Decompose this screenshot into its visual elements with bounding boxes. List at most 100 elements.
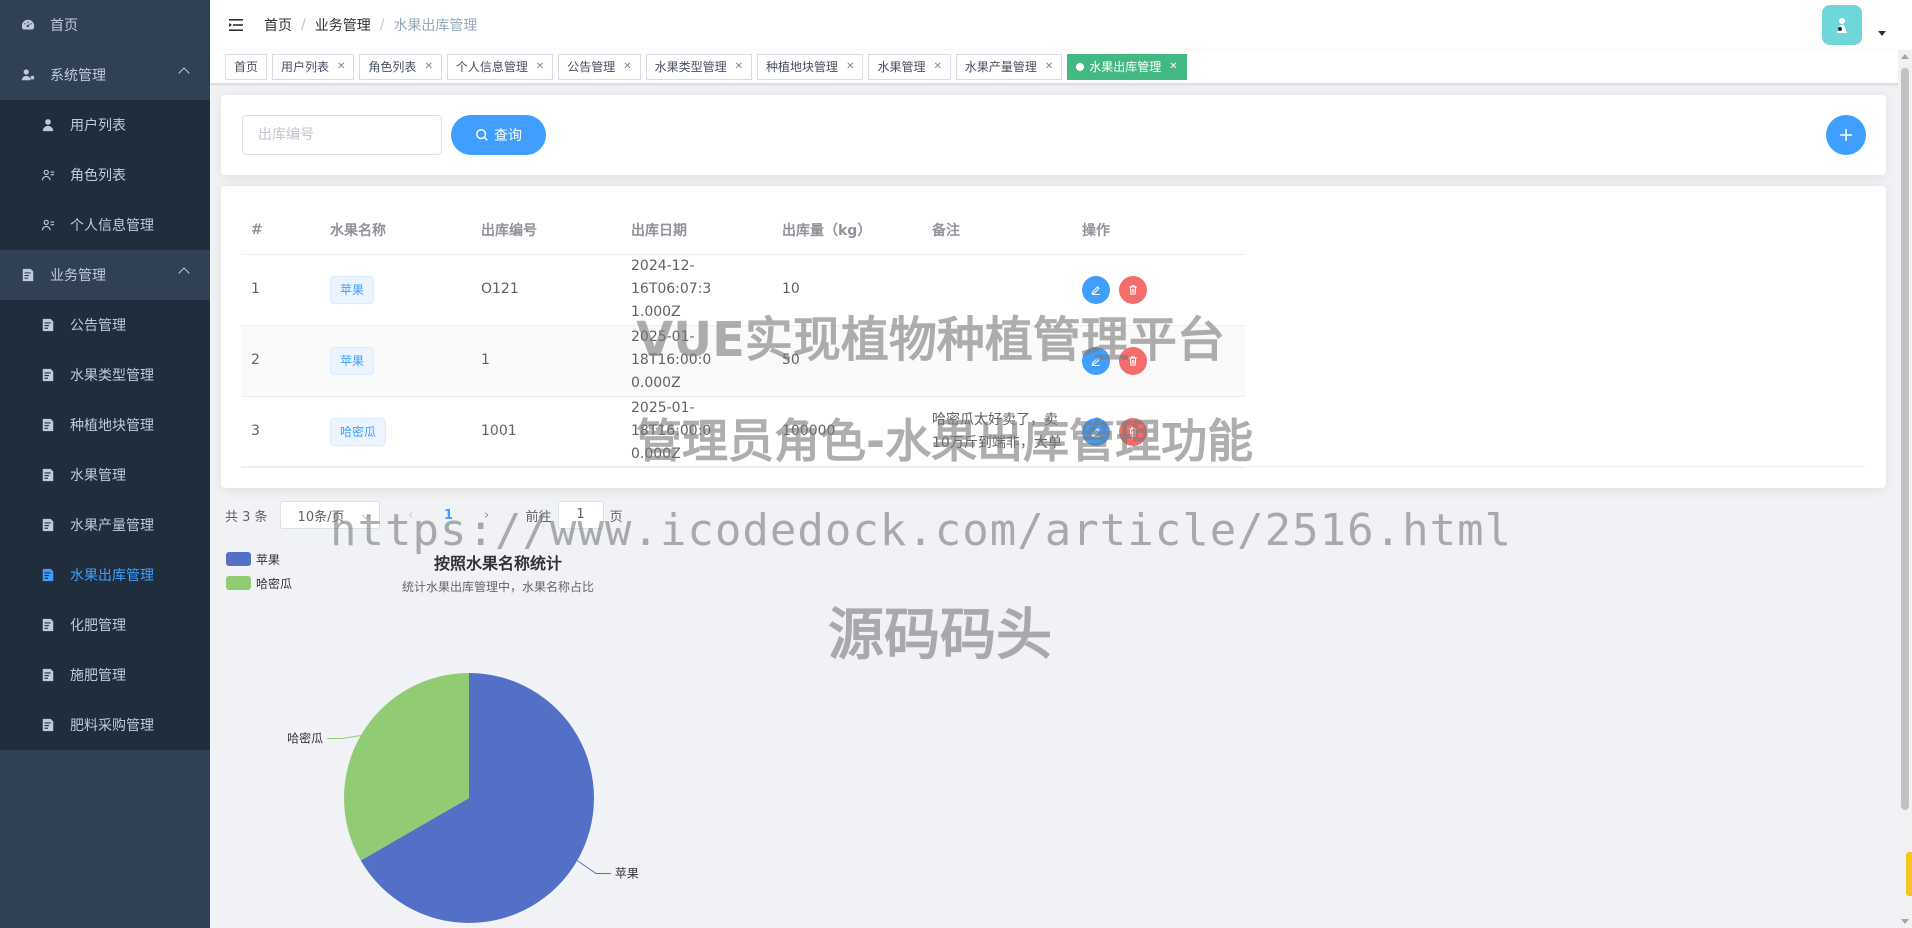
tag-4[interactable]: 公告管理 ✕ bbox=[558, 53, 641, 80]
close-icon[interactable]: ✕ bbox=[1169, 55, 1177, 79]
sidebar-item-profile[interactable]: 个人信息管理 bbox=[0, 200, 210, 250]
sidebar-group-business[interactable]: 业务管理 bbox=[0, 250, 210, 300]
sidebar: 首页 系统管理 用户列表 角色列表 个人信息管理 业务管理 公告管理水果类型管理… bbox=[0, 0, 210, 928]
tag-label: 水果产量管理 bbox=[964, 59, 1037, 74]
sidebar-item-business-4[interactable]: 水果产量管理 bbox=[0, 500, 210, 550]
tag-6[interactable]: 种植地块管理 ✕ bbox=[757, 53, 864, 80]
sidebar-item-business-8[interactable]: 肥料采购管理 bbox=[0, 700, 210, 750]
delete-icon bbox=[1127, 426, 1139, 438]
sidebar-item-business-5[interactable]: 水果出库管理 bbox=[0, 550, 210, 600]
floating-tab[interactable] bbox=[1906, 852, 1912, 896]
edit-button[interactable] bbox=[1082, 275, 1110, 304]
sidebar-item-business-2[interactable]: 种植地块管理 bbox=[0, 400, 210, 450]
close-icon[interactable]: ✕ bbox=[536, 55, 544, 79]
cell-fruit: 苹果 bbox=[320, 254, 471, 326]
goto-page-input[interactable]: 1 bbox=[557, 501, 604, 529]
breadcrumb-home[interactable]: 首页 bbox=[264, 15, 292, 35]
tag-7[interactable]: 水果管理 ✕ bbox=[868, 53, 951, 80]
document-edit-icon bbox=[20, 267, 36, 283]
column-header-index: # bbox=[241, 206, 320, 255]
delete-button[interactable] bbox=[1119, 346, 1147, 375]
sidebar-item-business-0[interactable]: 公告管理 bbox=[0, 300, 210, 350]
sidebar-item-label: 水果类型管理 bbox=[70, 368, 154, 384]
close-icon[interactable]: ✕ bbox=[933, 55, 941, 79]
legend-label: 苹果 bbox=[256, 552, 281, 567]
remark-line: 哈密瓜太好卖了，卖 bbox=[932, 411, 1058, 428]
cell-date: 2025-01-18T16:00:0 0.000Z bbox=[621, 325, 772, 397]
tag-label: 个人信息管理 bbox=[455, 59, 528, 74]
close-icon[interactable]: ✕ bbox=[1045, 55, 1053, 79]
sidebar-item-business-1[interactable]: 水果类型管理 bbox=[0, 350, 210, 400]
sidebar-item-business-3[interactable]: 水果管理 bbox=[0, 450, 210, 500]
tag-0[interactable]: 首页 bbox=[225, 53, 268, 80]
next-page-button[interactable]: › bbox=[472, 508, 502, 523]
close-icon[interactable]: ✕ bbox=[337, 55, 345, 79]
sidebar-item-label: 施肥管理 bbox=[70, 668, 126, 684]
tag-5[interactable]: 水果类型管理 ✕ bbox=[645, 53, 753, 80]
document-edit-icon bbox=[40, 367, 56, 383]
sidebar-item-label: 首页 bbox=[50, 18, 78, 34]
scroll-thumb[interactable] bbox=[1901, 68, 1909, 810]
cell-fruit: 苹果 bbox=[320, 325, 471, 397]
sidebar-item-business-6[interactable]: 化肥管理 bbox=[0, 600, 210, 650]
tag-9[interactable]: 水果出库管理 ✕ bbox=[1067, 53, 1187, 80]
sidebar-item-label: 化肥管理 bbox=[70, 618, 126, 634]
scrollbar[interactable] bbox=[1898, 50, 1912, 928]
tag-label: 水果管理 bbox=[877, 59, 926, 74]
prev-page-button[interactable]: ‹ bbox=[396, 508, 426, 523]
column-header-remark: 备注 bbox=[922, 206, 1072, 255]
cell-qty: 10 bbox=[772, 254, 922, 326]
close-icon[interactable]: ✕ bbox=[735, 55, 743, 79]
cell-date: 2024-12-16T06:07:3 1.000Z bbox=[621, 254, 772, 326]
edit-button[interactable] bbox=[1082, 417, 1110, 446]
tag-3[interactable]: 个人信息管理 ✕ bbox=[446, 53, 554, 80]
sidebar-item-home[interactable]: 首页 bbox=[0, 0, 210, 50]
dashboard-icon bbox=[20, 17, 36, 33]
add-button[interactable] bbox=[1826, 115, 1866, 155]
legend-item[interactable]: 苹果 bbox=[226, 552, 292, 567]
sidebar-item-role-list[interactable]: 角色列表 bbox=[0, 150, 210, 200]
sidebar-group-system[interactable]: 系统管理 bbox=[0, 50, 210, 100]
breadcrumb-business[interactable]: 业务管理 bbox=[315, 15, 371, 35]
user-role-icon bbox=[40, 217, 56, 233]
cell-index: 3 bbox=[241, 396, 320, 468]
page-size-select[interactable]: 10条/页 bbox=[279, 501, 380, 529]
tag-1[interactable]: 用户列表 ✕ bbox=[272, 53, 355, 80]
caret-down-icon[interactable] bbox=[1878, 31, 1886, 36]
sidebar-group-label: 系统管理 bbox=[50, 68, 106, 84]
sidebar-item-user-list[interactable]: 用户列表 bbox=[0, 100, 210, 150]
close-icon[interactable]: ✕ bbox=[846, 55, 854, 79]
delete-button[interactable] bbox=[1119, 275, 1147, 304]
tag-8[interactable]: 水果产量管理 ✕ bbox=[955, 53, 1063, 80]
cell-remark bbox=[922, 325, 1072, 397]
tag-2[interactable]: 角色列表 ✕ bbox=[359, 53, 442, 80]
hamburger-icon[interactable] bbox=[226, 15, 246, 35]
column-header-outbound-date: 出库日期 bbox=[621, 206, 772, 255]
outbound-code-input[interactable] bbox=[242, 115, 442, 155]
plus-icon bbox=[1840, 129, 1852, 141]
legend-item[interactable]: 哈密瓜 bbox=[226, 576, 292, 591]
delete-button[interactable] bbox=[1119, 417, 1147, 446]
close-icon[interactable]: ✕ bbox=[623, 55, 631, 79]
cell-index: 1 bbox=[241, 254, 320, 326]
breadcrumb-current: 水果出库管理 bbox=[393, 18, 478, 34]
edit-button[interactable] bbox=[1082, 346, 1110, 375]
scroll-up-icon[interactable] bbox=[1901, 54, 1909, 59]
query-button[interactable]: 查询 bbox=[451, 115, 546, 155]
sidebar-item-business-7[interactable]: 施肥管理 bbox=[0, 650, 210, 700]
tag-label: 用户列表 bbox=[281, 59, 330, 74]
cell-remark: 哈密瓜太好卖了，卖 10万斤到端非，大单 bbox=[922, 396, 1072, 468]
date-line: 0.000Z bbox=[631, 446, 681, 462]
avatar-image-icon bbox=[1837, 18, 1847, 33]
cell-actions bbox=[1072, 254, 1245, 326]
scroll-down-icon[interactable] bbox=[1901, 919, 1909, 924]
avatar[interactable] bbox=[1822, 5, 1862, 45]
document-edit-icon bbox=[40, 567, 56, 583]
active-dot-icon bbox=[1076, 62, 1085, 71]
page-number[interactable]: 1 bbox=[434, 508, 464, 523]
document-edit-icon bbox=[40, 717, 56, 733]
sidebar-item-label: 角色列表 bbox=[70, 168, 126, 184]
column-header-outbound-code: 出库编号 bbox=[471, 206, 621, 255]
close-icon[interactable]: ✕ bbox=[424, 55, 432, 79]
cell-remark bbox=[922, 254, 1072, 326]
